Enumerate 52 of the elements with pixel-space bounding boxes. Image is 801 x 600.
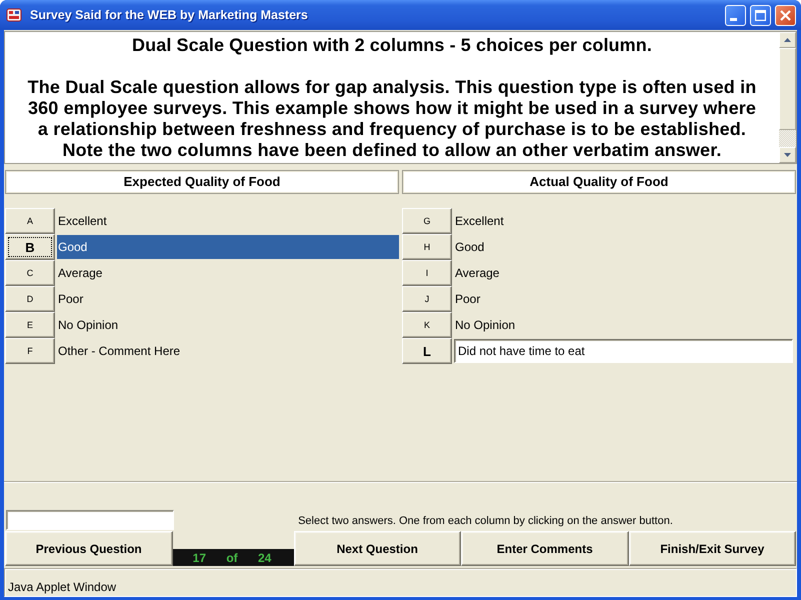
choice-button[interactable]: K xyxy=(402,312,452,338)
maximize-button[interactable] xyxy=(750,4,771,26)
scroll-down-button[interactable] xyxy=(779,147,796,163)
minimize-button[interactable] xyxy=(725,4,746,26)
choice-button[interactable]: C xyxy=(5,260,55,286)
input-field[interactable] xyxy=(6,510,174,530)
status-bar: Java Applet Window xyxy=(4,568,797,597)
counter-total: 24 xyxy=(258,552,272,564)
nav-button[interactable]: Enter Comments xyxy=(461,531,628,566)
nav-button[interactable]: Finish/Exit Survey xyxy=(628,531,796,566)
close-button[interactable] xyxy=(775,4,796,26)
nav-button[interactable]: Previous Question xyxy=(5,531,172,566)
choice-button[interactable]: G xyxy=(402,208,452,234)
choice-label[interactable]: Excellent xyxy=(57,209,399,233)
nav-button[interactable]: Next Question xyxy=(294,531,461,566)
comment-field[interactable]: Did not have time to eat xyxy=(454,339,793,363)
choice-button[interactable]: H xyxy=(402,234,452,260)
choice-button[interactable]: J xyxy=(402,286,452,312)
app-icon xyxy=(6,7,22,23)
choice-button[interactable]: I xyxy=(402,260,452,286)
scrollbar[interactable] xyxy=(779,32,796,163)
choice-label[interactable]: Average xyxy=(454,261,796,285)
choice-button[interactable]: F xyxy=(5,338,55,364)
question-text: The Dual Scale question allows for gap analysis. This question type is often used in 360 employee surveys. This example shows how it might be used in a survey where a relationship between freshness and frequency of purchase is to be established. Note the two columns have been defined to allow an other verbatim answer. xyxy=(26,77,758,161)
choice-button[interactable]: A xyxy=(5,208,55,234)
choice-label[interactable]: Good xyxy=(454,235,796,259)
choice-label[interactable]: No Opinion xyxy=(57,313,399,337)
choice-label[interactable]: Good xyxy=(57,235,399,259)
counter-separator: of xyxy=(226,552,238,564)
choice-label[interactable]: Average xyxy=(57,261,399,285)
choice-label[interactable]: Poor xyxy=(454,287,796,311)
down-arrow-icon xyxy=(784,153,791,157)
choice-button[interactable]: L xyxy=(402,338,452,364)
column-header: Actual Quality of Food xyxy=(402,170,796,194)
close-icon xyxy=(780,10,791,20)
choice-button[interactable]: D xyxy=(5,286,55,312)
choice-label[interactable]: Excellent xyxy=(454,209,796,233)
instruction-text: Select two answers. One from each column by clicking on the answer button. xyxy=(298,514,673,526)
column-header: Expected Quality of Food xyxy=(5,170,399,194)
choice-label[interactable]: Other - Comment Here xyxy=(57,339,399,363)
minimize-icon xyxy=(730,18,737,20)
choice-label[interactable]: No Opinion xyxy=(454,313,796,337)
choice-button[interactable]: B xyxy=(5,234,55,260)
question-heading: Dual Scale Question with 2 columns - 5 choices per column. xyxy=(132,35,652,56)
choice-button[interactable]: E xyxy=(5,312,55,338)
up-arrow-icon xyxy=(784,38,791,42)
counter-current: 17 xyxy=(192,552,206,564)
scroll-up-button[interactable] xyxy=(779,32,796,48)
window-title: Survey Said for the WEB by Marketing Masters xyxy=(30,8,309,22)
choice-label[interactable]: Poor xyxy=(57,287,399,311)
maximize-icon xyxy=(755,10,766,20)
scrollbar-thumb[interactable] xyxy=(779,48,796,130)
